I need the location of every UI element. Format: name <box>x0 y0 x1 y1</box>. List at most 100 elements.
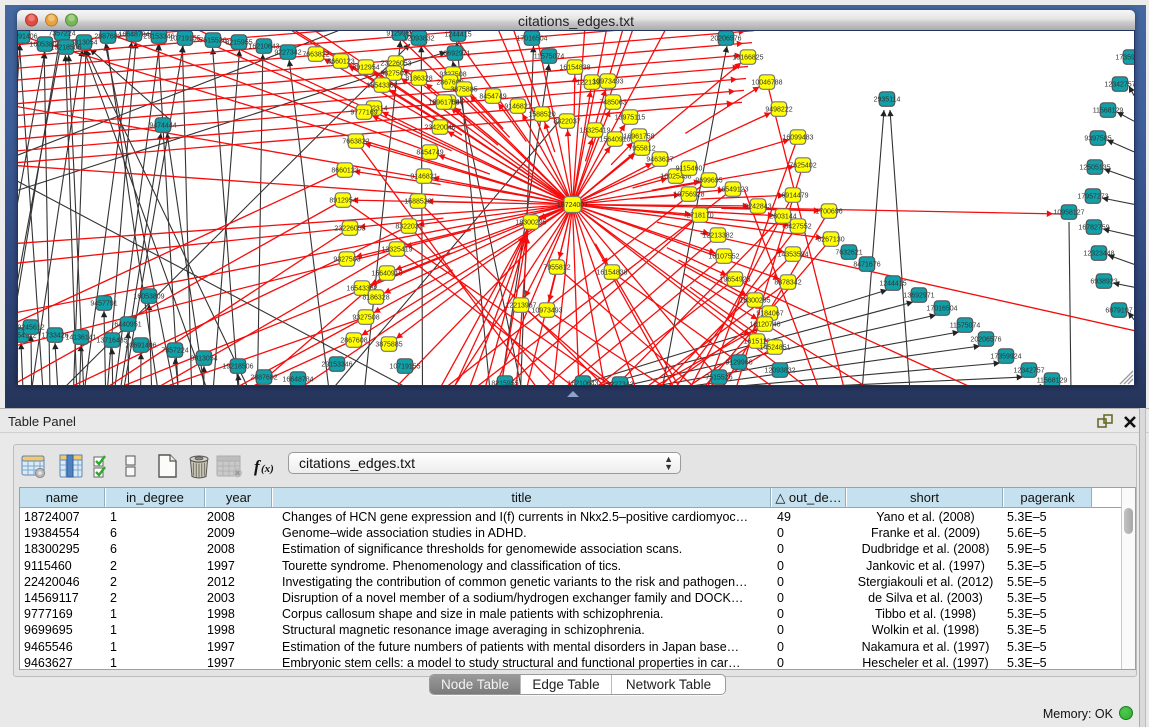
svg-text:16099483: 16099483 <box>782 134 813 141</box>
svg-text:8322037: 8322037 <box>553 118 580 125</box>
svg-text:8660123: 8660123 <box>327 58 354 65</box>
svg-text:1244415: 1244415 <box>444 31 471 38</box>
svg-text:8878342: 8878342 <box>774 279 801 286</box>
svg-text:9777169: 9777169 <box>350 109 377 116</box>
svg-text:19166825: 19166825 <box>732 54 763 61</box>
svg-text:13975115: 13975115 <box>615 114 646 121</box>
svg-text:23420046: 23420046 <box>424 124 455 131</box>
svg-text:7515526: 7515526 <box>199 37 226 44</box>
svg-text:8267130: 8267130 <box>817 236 844 243</box>
svg-text:(x): (x) <box>261 463 274 475</box>
svg-text:11575074: 11575074 <box>950 322 981 329</box>
svg-text:6879197: 6879197 <box>1105 307 1132 314</box>
svg-text:8322037: 8322037 <box>395 223 422 230</box>
svg-text:9397585: 9397585 <box>1084 135 1111 142</box>
svg-text:10107552: 10107552 <box>708 253 739 260</box>
svg-text:8186328: 8186328 <box>405 75 432 82</box>
svg-text:7955812: 7955812 <box>543 264 570 271</box>
svg-text:9327503: 9327503 <box>333 256 360 263</box>
svg-text:8471676: 8471676 <box>853 261 880 268</box>
svg-text:8813054: 8813054 <box>190 355 217 362</box>
svg-text:2867608: 2867608 <box>340 337 367 344</box>
svg-text:19218506: 19218506 <box>50 44 81 51</box>
svg-text:20206576: 20206576 <box>970 336 1001 343</box>
svg-text:8427552: 8427552 <box>784 223 811 230</box>
svg-text:8912954: 8912954 <box>352 64 379 71</box>
svg-text:2935114: 2935114 <box>874 96 901 103</box>
svg-text:9699695: 9699695 <box>695 177 722 184</box>
svg-text:8912954: 8912954 <box>329 197 356 204</box>
svg-text:9227342: 9227342 <box>606 381 633 385</box>
svg-text:17957273: 17957273 <box>1077 193 1108 200</box>
svg-text:13325419: 13325419 <box>579 127 610 134</box>
svg-text:16154838: 16154838 <box>596 269 627 276</box>
svg-text:16914479: 16914479 <box>777 192 808 199</box>
svg-text:9146821: 9146821 <box>504 103 531 110</box>
svg-text:10973493: 10973493 <box>531 307 562 314</box>
svg-text:3875885: 3875885 <box>450 86 477 93</box>
svg-text:16543362: 16543362 <box>366 82 397 89</box>
svg-text:16120746: 16120746 <box>749 321 780 328</box>
svg-text:16154838: 16154838 <box>559 64 590 71</box>
svg-text:8454749: 8454749 <box>416 149 443 156</box>
svg-text:12093832: 12093832 <box>764 367 795 374</box>
svg-text:9129966: 9129966 <box>725 359 752 366</box>
svg-text:11568129: 11568129 <box>1037 377 1068 384</box>
svg-text:20206576: 20206576 <box>710 35 741 42</box>
svg-text:8215955: 8215955 <box>491 380 518 385</box>
svg-text:23226053: 23226053 <box>334 225 365 232</box>
svg-text:9327503: 9327503 <box>380 70 407 77</box>
svg-text:9242843: 9242843 <box>744 203 771 210</box>
svg-text:7625402: 7625402 <box>789 162 816 169</box>
svg-text:16961758: 16961758 <box>428 99 459 106</box>
svg-text:9327508: 9327508 <box>352 314 379 321</box>
svg-text:7632621: 7632621 <box>835 249 862 256</box>
svg-text:6938923: 6938923 <box>1090 278 1117 285</box>
svg-text:1244415: 1244415 <box>879 280 906 287</box>
svg-text:20691406: 20691406 <box>18 33 38 40</box>
svg-text:1700696: 1700696 <box>815 208 842 215</box>
svg-text:12342757: 12342757 <box>1013 367 1044 374</box>
svg-text:7955812: 7955812 <box>628 145 655 152</box>
svg-text:9457791: 9457791 <box>90 300 117 307</box>
svg-text:9463627: 9463627 <box>646 156 673 163</box>
svg-text:10756928: 10756928 <box>673 191 704 198</box>
svg-text:10719155: 10719155 <box>169 35 200 42</box>
svg-text:16210643: 16210643 <box>567 380 598 385</box>
svg-text:7357224: 7357224 <box>48 31 75 37</box>
svg-text:14524851: 14524851 <box>759 344 790 351</box>
svg-text:19654925: 19654925 <box>719 276 750 283</box>
svg-text:10719155: 10719155 <box>389 363 420 370</box>
svg-text:2718170: 2718170 <box>686 212 713 219</box>
svg-text:16961758: 16961758 <box>623 133 654 140</box>
svg-text:9245612: 9245612 <box>18 324 45 331</box>
svg-text:7663822: 7663822 <box>302 51 329 58</box>
svg-text:18300295: 18300295 <box>515 219 546 226</box>
svg-text:13692971: 13692971 <box>439 50 470 57</box>
svg-text:9498222: 9498222 <box>765 106 792 113</box>
svg-text:12323448: 12323448 <box>1083 250 1114 257</box>
svg-text:11575074: 11575074 <box>534 53 565 60</box>
svg-text:18724007: 18724007 <box>557 202 588 209</box>
svg-text:11568129: 11568129 <box>1093 107 1124 114</box>
svg-text:8454749: 8454749 <box>479 93 506 100</box>
svg-text:12213382: 12213382 <box>702 232 733 239</box>
svg-text:18300295: 18300295 <box>739 297 770 304</box>
svg-text:9146821: 9146821 <box>410 173 437 180</box>
svg-text:16549123: 16549123 <box>717 186 748 193</box>
svg-text:10958127: 10958127 <box>1053 209 1084 216</box>
svg-text:9227342: 9227342 <box>274 49 301 56</box>
svg-text:6440951: 6440951 <box>114 321 141 328</box>
svg-text:10046788: 10046788 <box>751 79 782 86</box>
svg-text:8660123: 8660123 <box>331 167 358 174</box>
svg-text:17359924: 17359924 <box>1115 54 1134 61</box>
svg-text:15640910: 15640910 <box>371 270 402 277</box>
svg-text:7485063: 7485063 <box>599 99 626 106</box>
svg-text:2887682: 2887682 <box>250 374 277 381</box>
svg-text:29153346: 29153346 <box>321 361 352 368</box>
svg-text:7515526: 7515526 <box>705 374 732 381</box>
svg-text:17016504: 17016504 <box>516 35 547 42</box>
svg-text:14136141: 14136141 <box>65 334 96 341</box>
svg-text:19218506: 19218506 <box>222 363 253 370</box>
svg-text:14353594: 14353594 <box>777 251 808 258</box>
